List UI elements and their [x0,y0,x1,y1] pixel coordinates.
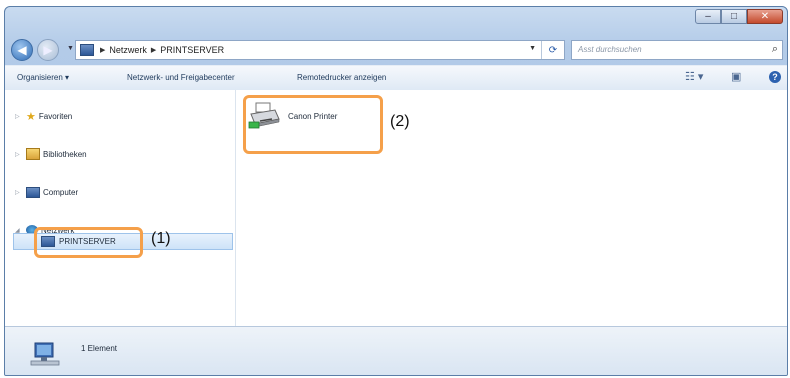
help-icon[interactable]: ? [769,71,781,83]
expand-icon[interactable]: ▷ [15,151,23,158]
forward-button[interactable]: ▶ [37,39,59,61]
tree-item-label: Favoriten [38,112,73,121]
organize-button[interactable]: Organisieren ▾ [17,73,69,82]
chevron-right-icon: ▶ [100,47,106,54]
preview-pane-icon[interactable]: ▣ [731,70,741,83]
explorer-window: – □ ✕ ◀ ▶ ▼ ▶ Netzwerk ▶ PRINTSERVER ▼ ⟳… [4,6,788,376]
tree-item-label: Bibliotheken [43,149,87,159]
address-bar[interactable]: ▶ Netzwerk ▶ PRINTSERVER ▼ ⟳ [75,40,565,60]
refresh-button[interactable]: ⟳ [541,41,564,59]
item-count: 1 Element [81,344,118,353]
callout-1-box [34,227,143,258]
callout-2-box [243,95,383,154]
breadcrumb: ▶ Netzwerk ▶ PRINTSERVER [100,45,224,55]
search-placeholder: Asst durchsuchen [578,45,642,54]
expand-icon[interactable]: ▷ [15,113,23,120]
callout-2-label: (2) [390,113,410,130]
library-icon [26,148,40,160]
address-row: ◀ ▶ ▼ ▶ Netzwerk ▶ PRINTSERVER ▼ ⟳ Asst … [5,37,787,65]
minimize-button[interactable]: – [695,9,721,24]
navigation-pane: ▷ ★ Favoriten ▷ Bibliotheken ▷ Computer … [5,90,236,326]
address-dropdown-icon[interactable]: ▼ [529,45,536,52]
breadcrumb-printserver[interactable]: PRINTSERVER [160,45,224,55]
history-dropdown-icon[interactable]: ▼ [67,45,74,52]
computer-icon [26,187,40,198]
view-options-icon[interactable]: ☷ ▾ [685,70,703,83]
star-icon: ★ [26,111,36,123]
refresh-icon: ⟳ [548,44,558,56]
back-button[interactable]: ◀ [11,39,33,61]
maximize-button[interactable]: □ [721,9,747,24]
search-input[interactable]: Asst durchsuchen ⌕ [571,40,783,60]
command-bar: Organisieren ▾ Netzwerk- und Freigabecen… [5,65,787,91]
callout-1-label: (1) [151,230,171,247]
tree-item-computer[interactable]: ▷ Computer [15,187,78,198]
breadcrumb-netzwerk[interactable]: Netzwerk [109,45,147,55]
chevron-right-icon: ▶ [150,47,157,54]
search-icon: ⌕ [771,43,778,55]
tree-item-favoriten[interactable]: ▷ ★ Favoriten [15,110,72,123]
tree-item-label: Computer [43,188,79,197]
tree-item-bibliotheken[interactable]: ▷ Bibliotheken [15,148,87,160]
computer-icon [80,44,94,56]
back-arrow-icon: ◀ [17,43,27,57]
expand-icon[interactable]: ▷ [15,189,23,196]
close-button[interactable]: ✕ [747,9,783,24]
remote-printers-button[interactable]: Remotedrucker anzeigen [297,73,386,82]
details-pane: 1 Element [5,326,787,375]
forward-arrow-icon: ▶ [43,43,53,57]
caption-buttons: – □ ✕ [695,9,783,24]
network-computer-icon [29,341,63,367]
network-center-button[interactable]: Netzwerk- und Freigabecenter [127,73,235,82]
